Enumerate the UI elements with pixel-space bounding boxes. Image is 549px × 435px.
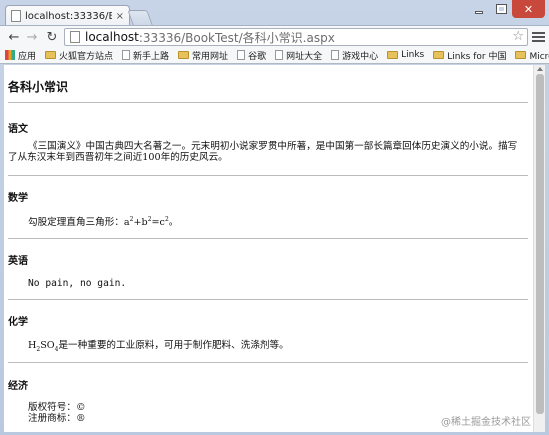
close-icon[interactable]: ×	[116, 11, 124, 22]
divider	[8, 238, 528, 239]
page-icon	[11, 10, 21, 22]
tab-title: localhost:33336/BookTe	[25, 10, 112, 22]
section-title-math: 数学	[8, 193, 28, 204]
bookmark-games[interactable]: 游戏中心	[331, 49, 378, 62]
divider	[8, 175, 528, 176]
close-window-button[interactable]: ✕	[512, 0, 545, 18]
vertical-scrollbar[interactable]	[533, 65, 545, 432]
bookmark-links-china[interactable]: Links for 中国	[433, 49, 506, 62]
minimize-button[interactable]	[468, 0, 490, 18]
arrow-up-icon[interactable]	[537, 67, 543, 71]
folder-icon	[433, 51, 445, 59]
folder-icon	[178, 51, 190, 59]
bookmark-common[interactable]: 常用网址	[178, 49, 228, 62]
tab-current[interactable]: localhost:33336/BookTe ×	[5, 5, 130, 26]
folder-icon	[515, 51, 527, 59]
file-icon	[122, 50, 131, 60]
folder-icon	[387, 51, 399, 59]
section-title-economics: 经济	[8, 381, 28, 392]
reload-icon: ↻	[46, 29, 58, 45]
maximize-button[interactable]	[490, 0, 512, 18]
section-text-economics-line1: 版权符号：©	[28, 402, 86, 413]
address-bar[interactable]: localhost:33336/BookTest/各科小常识.aspx ☆	[64, 28, 528, 46]
reload-button[interactable]: ↻	[44, 29, 60, 45]
divider	[8, 299, 528, 300]
apps-grid-icon	[5, 50, 15, 60]
scrollbar-thumb[interactable]	[536, 74, 544, 414]
page-icon	[70, 31, 80, 43]
file-icon	[331, 50, 340, 60]
bookmark-links[interactable]: Links	[387, 50, 424, 60]
bookmark-newbie[interactable]: 新手上路	[122, 49, 169, 62]
watermark: @稀土掘金技术社区	[441, 417, 531, 428]
file-icon	[237, 50, 246, 60]
section-title-chemistry: 化学	[8, 317, 28, 328]
bookmark-apps[interactable]: 应用	[5, 49, 36, 62]
bookmark-star-icon[interactable]: ☆	[512, 29, 524, 44]
section-text-english: No pain, no gain.	[28, 278, 127, 289]
page-title: 各科小常识	[8, 80, 69, 94]
file-icon	[275, 50, 284, 60]
section-title-english: 英语	[8, 256, 28, 267]
section-title-chinese: 语文	[8, 124, 28, 135]
back-button[interactable]: ←	[6, 29, 22, 45]
bookmark-microsoft[interactable]: Microsoft 网站	[515, 49, 549, 62]
folder-icon	[45, 51, 57, 59]
page-content: 各科小常识 语文 《三国演义》中国古典四大名著之一。元末明初小说家罗贯中所著，是…	[4, 65, 532, 432]
page-viewport: 各科小常识 语文 《三国演义》中国古典四大名著之一。元末明初小说家罗贯中所著，是…	[4, 65, 545, 432]
bookmark-google[interactable]: 谷歌	[237, 49, 266, 62]
arrow-left-icon: ←	[8, 29, 20, 45]
bookmark-firefox[interactable]: 火狐官方站点	[45, 49, 113, 62]
new-tab-button[interactable]	[127, 10, 153, 25]
section-text-math: 勾股定理直角三角形：a2+b2=c2。	[28, 215, 179, 228]
divider	[8, 362, 528, 363]
section-text-chinese: 《三国演义》中国古典四大名著之一。元末明初小说家罗贯中所著，是中国第一部长篇章回…	[8, 141, 518, 163]
bookmark-directory[interactable]: 网址大全	[275, 49, 322, 62]
forward-button[interactable]: →	[24, 29, 40, 45]
url-path: :33336/BookTest/各科小常识.aspx	[138, 30, 335, 45]
minimize-icon	[475, 10, 483, 14]
arrow-right-icon: →	[26, 29, 38, 45]
bookmarks-bar: 应用 火狐官方站点 新手上路 常用网址 谷歌 网址大全 游戏中心 Links L…	[0, 47, 549, 64]
divider	[8, 102, 528, 103]
browser-window: localhost:33336/BookTe × ✕ ← → ↻ localho…	[0, 0, 549, 435]
maximize-icon	[495, 4, 507, 14]
tab-strip: localhost:33336/BookTe × ✕	[0, 0, 549, 26]
menu-button[interactable]	[532, 30, 545, 44]
section-text-chemistry: H2SO4是一种重要的工业原料，可用于制作肥料、洗涤剂等。	[28, 340, 289, 353]
url-host: localhost	[85, 30, 139, 44]
toolbar: ← → ↻ localhost:33336/BookTest/各科小常识.asp…	[0, 25, 549, 47]
